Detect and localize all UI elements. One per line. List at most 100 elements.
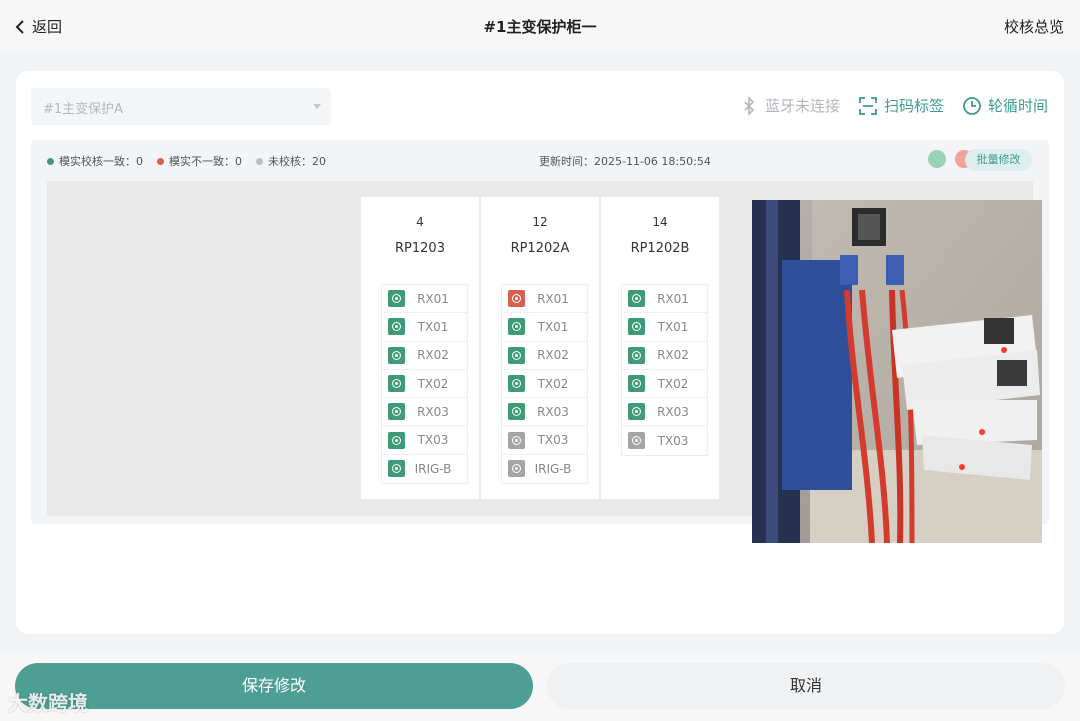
port-status-icon [628,403,645,421]
port-item[interactable]: TX02 [382,370,467,399]
port-item[interactable]: RX02 [382,342,467,370]
legend-unchecked-label: 未校核：20 [268,155,326,168]
port-item[interactable]: TX01 [382,313,467,342]
port-item[interactable]: TX03 [382,426,467,455]
cabinet-photo [752,200,1042,543]
port-item[interactable]: RX01 [382,285,467,314]
port-label: RX02 [657,348,689,363]
device-number: 14 [652,215,668,229]
device-number: 4 [416,215,424,229]
port-list: RX01 TX01 RX02 TX02 RX03 TX03 IRIG-B [381,284,468,485]
cycle-time-button[interactable]: 轮循时间 [962,95,1048,116]
port-status-icon [628,318,645,336]
port-label: TX02 [417,376,449,391]
port-item[interactable]: TX03 [502,426,587,455]
port-list: RX01 TX01 RX02 TX02 RX03 TX03 IRIG-B [501,284,588,485]
port-item[interactable]: RX03 [502,398,587,427]
cabinet-photo-image [752,200,1042,543]
device-column: 12 RP1202A RX01 TX01 RX02 TX02 RX03 TX03 IRIG-B [481,197,599,499]
caret-down-icon [313,104,321,109]
port-status-icon [628,432,645,450]
port-item[interactable]: TX02 [622,370,707,399]
scan-label-button[interactable]: 扫码标签 [858,95,944,116]
cancel-button[interactable]: 取消 [547,663,1065,709]
port-item[interactable]: TX02 [502,370,587,399]
port-status-icon [508,318,525,336]
gray-dot-icon [256,157,263,165]
watermark-logo: 大数跨境 [8,687,88,716]
port-status-icon [388,403,405,421]
port-status-icon [628,290,645,308]
watermark-text: 大数跨境 [8,691,88,715]
clock-icon [963,96,981,115]
select-value: #1主变保护A [43,102,124,117]
port-status-icon [508,375,525,393]
port-status-icon [628,375,645,393]
legend: 模实校核一致：0 模实不一致：0 未校核：20 [47,153,326,169]
port-label: RX01 [537,291,569,306]
port-label: RX01 [657,291,689,306]
device-column: 4 RP1203 RX01 TX01 RX02 TX02 RX03 TX03 IRIG-B [361,197,479,499]
legend-match: 模实校核一致：0 [47,153,143,169]
bluetooth-status[interactable]: 蓝牙未连接 [739,95,840,116]
port-item[interactable]: RX02 [502,342,587,370]
port-item[interactable]: RX02 [622,342,707,370]
port-label: RX03 [417,404,449,419]
port-status-icon [508,431,525,449]
legend-mismatch-label: 模实不一致：0 [169,155,242,168]
port-item[interactable]: RX01 [502,285,587,314]
port-status-icon [628,346,645,364]
batch-edit-button[interactable]: 批量修改 [965,149,1032,171]
device-name: RP1203 [395,241,445,256]
header-bar: 返回 #1主变保护柜一 校核总览 [0,0,1080,52]
bluetooth-label: 蓝牙未连接 [764,97,840,115]
page-title: #1主变保护柜一 [483,18,597,36]
port-label: RX02 [537,348,569,363]
green-filter-toggle[interactable] [928,150,946,168]
port-item[interactable]: IRIG-B [502,455,587,483]
port-item[interactable]: IRIG-B [382,455,467,483]
port-label: TX03 [417,433,449,448]
port-status-icon [388,375,405,393]
port-status-icon [508,460,525,478]
port-label: TX01 [417,319,449,334]
port-label: TX03 [657,433,689,448]
port-label: TX02 [537,376,569,391]
scan-icon [859,96,877,115]
port-list: RX01 TX01 RX02 TX02 RX03 TX03 [621,284,708,456]
port-item[interactable]: TX01 [502,313,587,342]
port-label: RX03 [537,404,569,419]
save-button[interactable]: 保存修改 [15,663,533,709]
legend-mismatch: 模实不一致：0 [157,153,242,169]
port-status-icon [388,346,405,364]
port-status-icon [388,460,405,478]
device-number: 12 [532,215,548,229]
port-item[interactable]: TX03 [622,426,707,454]
overview-button[interactable]: 校核总览 [1004,16,1064,37]
cycle-label: 轮循时间 [987,97,1048,115]
port-label: RX03 [657,404,689,419]
port-item[interactable]: TX01 [622,313,707,342]
legend-unchecked: 未校核：20 [256,153,326,169]
red-dot-icon [157,157,164,165]
scan-label: 扫码标签 [883,97,944,115]
device-name: RP1202B [630,241,690,256]
port-label: IRIG-B [534,461,572,476]
port-status-icon [508,346,525,364]
toolbar-actions: 蓝牙未连接 扫码标签 轮循时间 [739,95,1048,116]
protection-select[interactable]: #1主变保护A [31,88,331,125]
port-status-icon [508,403,525,421]
port-status-icon [388,290,405,308]
port-item[interactable]: RX03 [382,398,467,427]
port-label: TX03 [537,433,569,448]
port-label: TX01 [537,319,569,334]
port-label: RX02 [417,348,449,363]
port-label: IRIG-B [414,461,452,476]
port-item[interactable]: RX01 [622,285,707,314]
green-dot-icon [47,157,54,165]
port-item[interactable]: RX03 [622,398,707,427]
port-label: RX01 [417,291,449,306]
port-label: TX01 [657,319,689,334]
bluetooth-icon [744,95,755,116]
device-name: RP1202A [510,241,570,256]
